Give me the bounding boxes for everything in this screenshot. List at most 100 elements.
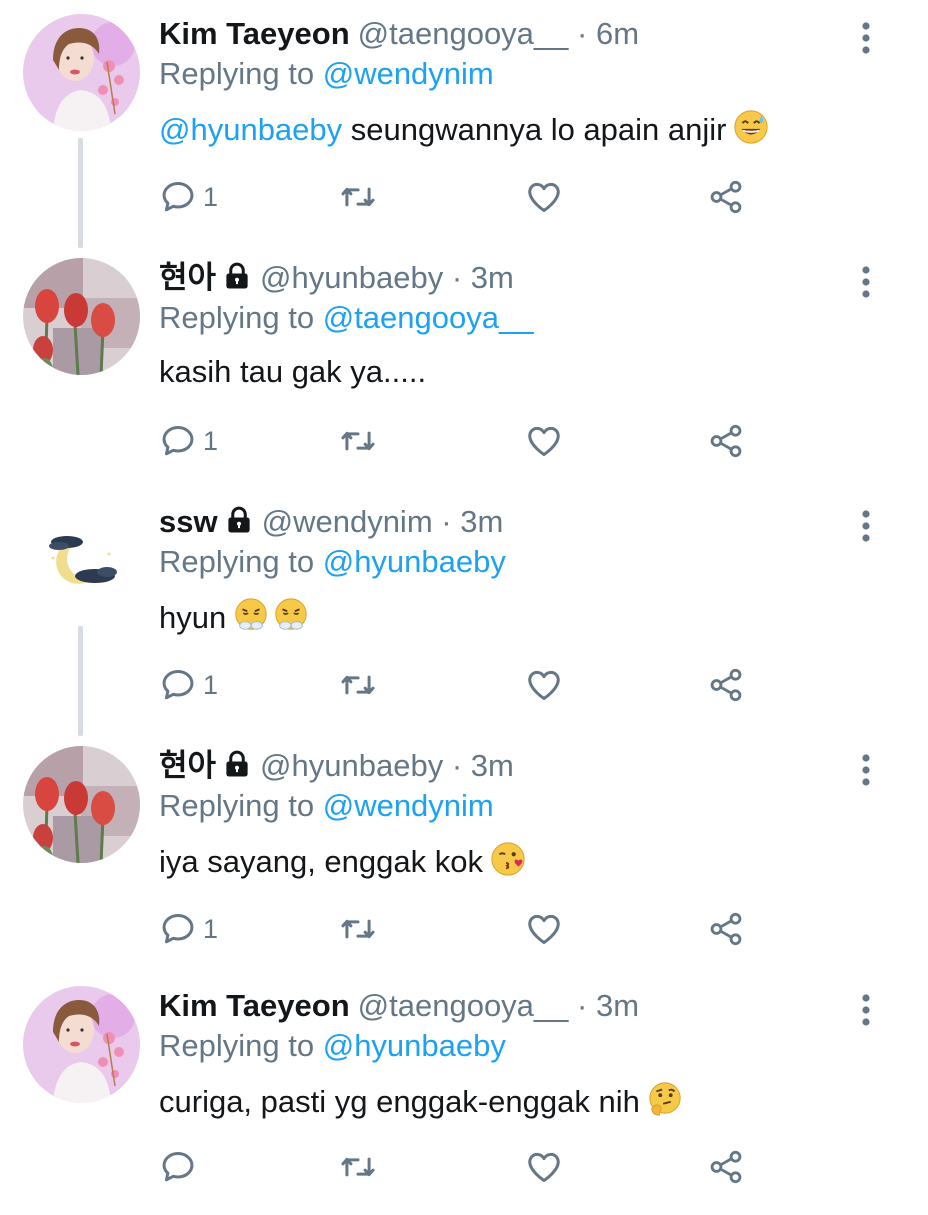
reply-icon [159, 1148, 197, 1186]
display-name[interactable]: Kim Taeyeon [159, 16, 350, 51]
reply-icon [159, 178, 197, 216]
lock-icon [222, 261, 252, 291]
timestamp[interactable]: 3m [471, 748, 514, 783]
display-name[interactable]: Kim Taeyeon [159, 988, 350, 1023]
user-handle[interactable]: @taengooya__ [358, 988, 569, 1023]
tweet-actions [159, 1148, 759, 1188]
retweet-icon [339, 910, 377, 948]
tweet-header: 현아 @hyunbaeby · 3m [159, 258, 848, 298]
retweet-button[interactable] [339, 178, 377, 216]
replying-to-line: Replying to @wendynim [159, 786, 848, 826]
like-button[interactable] [525, 666, 563, 704]
reply-button[interactable]: 1 [159, 422, 218, 460]
share-button[interactable] [707, 422, 745, 460]
share-button[interactable] [707, 1148, 745, 1186]
user-handle[interactable]: @hyunbaeby [260, 260, 443, 295]
kiss-wink-emoji-icon [489, 840, 527, 888]
avatar[interactable] [23, 258, 140, 375]
tweet-header: Kim Taeyeon @taengooya__ · 3m [159, 986, 848, 1026]
more-vertical-icon[interactable] [856, 750, 876, 790]
share-button[interactable] [707, 666, 745, 704]
replying-to-mention[interactable]: @wendynim [323, 56, 494, 91]
more-vertical-icon[interactable] [856, 990, 876, 1030]
more-vertical-icon[interactable] [856, 262, 876, 302]
replying-to-mention[interactable]: @wendynim [323, 788, 494, 823]
like-button[interactable] [525, 1148, 563, 1186]
replying-to-line: Replying to @taengooya__ [159, 298, 848, 338]
thinking-emoji-icon [646, 1080, 684, 1128]
thread-connector-line [78, 138, 83, 248]
reply-button[interactable]: 1 [159, 666, 218, 704]
tweet-text-content: hyun [159, 600, 227, 635]
tweet-body: Kim Taeyeon @taengooya__ · 3m Replying to… [159, 986, 848, 1128]
user-handle[interactable]: @wendynim [262, 504, 433, 539]
retweet-icon [339, 422, 377, 460]
reply-icon [159, 666, 197, 704]
like-button[interactable] [525, 422, 563, 460]
heart-icon [525, 422, 563, 460]
reply-button[interactable] [159, 1148, 203, 1186]
tweet-actions: 1 [159, 666, 759, 706]
display-name[interactable]: 현아 [159, 260, 216, 295]
display-name[interactable]: ssw [159, 504, 218, 539]
share-button[interactable] [707, 910, 745, 948]
retweet-button[interactable] [339, 910, 377, 948]
timestamp[interactable]: 6m [596, 16, 639, 51]
tweet-item[interactable]: 현아 @hyunbaeby · 3m Replying to @taengooya… [0, 244, 928, 487]
tweet-text: hyun [159, 596, 848, 644]
tweet-item[interactable]: 현아 @hyunbaeby · 3m Replying to @wendynim … [0, 732, 928, 975]
tweet-item[interactable]: Kim Taeyeon @taengooya__ · 6m Replying to… [0, 0, 928, 248]
replying-to-mention[interactable]: @taengooya__ [323, 300, 534, 335]
separator-dot: · [441, 504, 452, 539]
replying-to-label: Replying to [159, 1028, 315, 1063]
timestamp[interactable]: 3m [596, 988, 639, 1023]
tweet-text-content: kasih tau gak ya..... [159, 354, 427, 389]
tweet-body: Kim Taeyeon @taengooya__ · 6m Replying to… [159, 14, 848, 156]
heart-icon [525, 178, 563, 216]
display-name[interactable]: 현아 [159, 748, 216, 783]
reply-count: 1 [203, 181, 219, 212]
tweet-body: ssw @wendynim · 3m Replying to @hyunbaeby… [159, 502, 848, 644]
reply-count: 1 [203, 425, 219, 456]
avatar[interactable] [23, 986, 140, 1103]
tweet-text-content: seungwannya lo apain anjir [342, 112, 727, 147]
share-icon [707, 1148, 745, 1186]
replying-to-label: Replying to [159, 300, 315, 335]
like-button[interactable] [525, 910, 563, 948]
tweet-text-content: iya sayang, enggak kok [159, 844, 483, 879]
timestamp[interactable]: 3m [471, 260, 514, 295]
reply-button[interactable]: 1 [159, 910, 218, 948]
more-vertical-icon[interactable] [856, 506, 876, 546]
tweet-body: 현아 @hyunbaeby · 3m Replying to @wendynim … [159, 746, 848, 888]
grinning-sweat-emoji-icon [732, 108, 770, 156]
replying-to-mention[interactable]: @hyunbaeby [323, 544, 506, 579]
replying-to-label: Replying to [159, 56, 315, 91]
more-vertical-icon[interactable] [856, 18, 876, 58]
like-button[interactable] [525, 178, 563, 216]
user-handle[interactable]: @hyunbaeby [260, 748, 443, 783]
tweet-item[interactable]: ssw @wendynim · 3m Replying to @hyunbaeby… [0, 488, 928, 736]
user-handle[interactable]: @taengooya__ [358, 16, 569, 51]
reply-icon [159, 422, 197, 460]
reply-button[interactable]: 1 [159, 178, 218, 216]
text-mention[interactable]: @hyunbaeby [159, 112, 342, 147]
retweet-button[interactable] [339, 422, 377, 460]
share-icon [707, 666, 745, 704]
avatar[interactable] [23, 746, 140, 863]
steam-nose-emoji-icon [232, 596, 270, 644]
tweet-header: ssw @wendynim · 3m [159, 502, 848, 542]
avatar[interactable] [23, 502, 140, 619]
separator-dot: · [451, 748, 463, 783]
timestamp[interactable]: 3m [460, 504, 503, 539]
steam-nose-emoji-icon [272, 596, 310, 644]
retweet-button[interactable] [339, 1148, 377, 1186]
share-button[interactable] [707, 178, 745, 216]
replying-to-mention[interactable]: @hyunbaeby [323, 1028, 506, 1063]
retweet-button[interactable] [339, 666, 377, 704]
replying-to-label: Replying to [159, 788, 315, 823]
avatar[interactable] [23, 14, 140, 131]
heart-icon [525, 666, 563, 704]
tweet-item[interactable]: Kim Taeyeon @taengooya__ · 3m Replying to… [0, 972, 928, 1215]
retweet-icon [339, 666, 377, 704]
separator-dot: · [577, 16, 588, 51]
